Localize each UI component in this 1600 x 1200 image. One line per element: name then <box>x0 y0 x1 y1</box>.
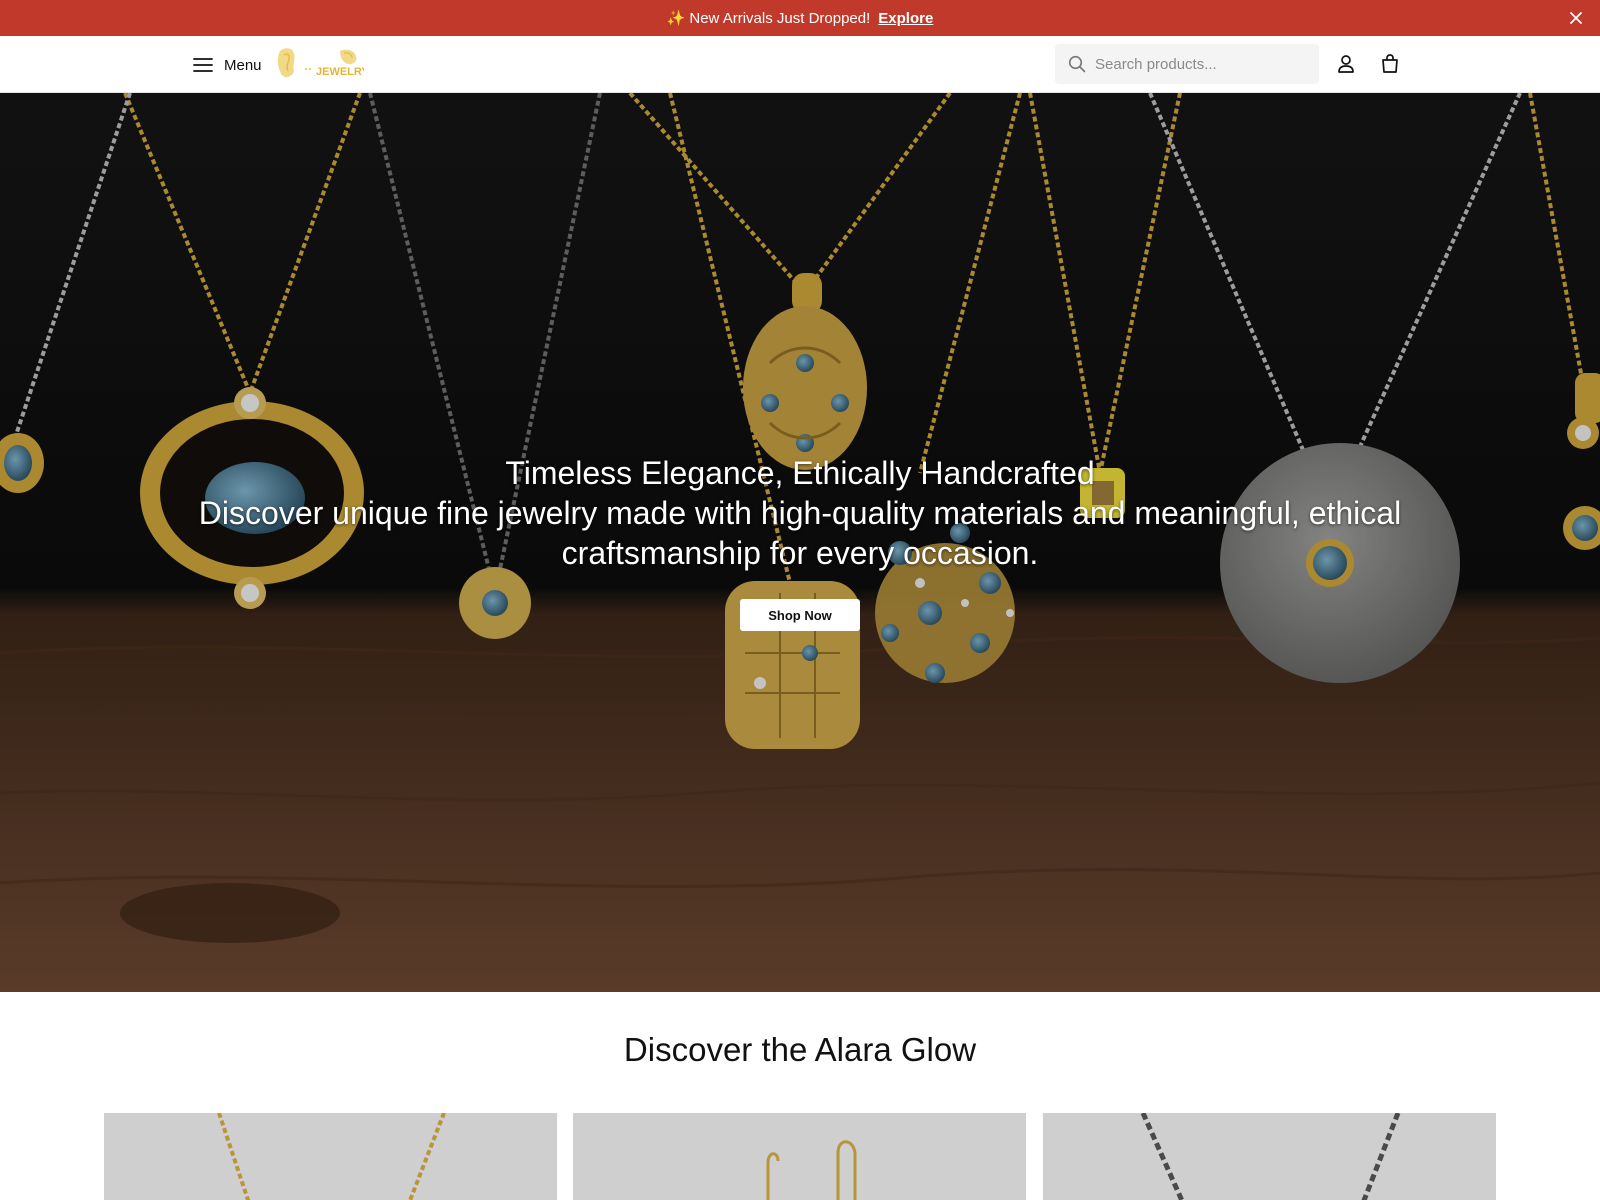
site-header: Menu JEWELRY <box>0 36 1600 93</box>
menu-button[interactable]: Menu <box>193 50 262 80</box>
earrings-image <box>573 1113 1026 1200</box>
sparkle-icon: ✨ <box>666 10 686 27</box>
hero-subtitle: Discover unique fine jewelry made with h… <box>198 495 1402 571</box>
search-box[interactable] <box>1055 44 1319 84</box>
account-icon[interactable] <box>1334 52 1358 76</box>
menu-label: Menu <box>224 56 262 74</box>
product-card[interactable] <box>1043 1113 1496 1200</box>
product-card[interactable] <box>573 1113 1026 1200</box>
section-title: Discover the Alara Glow <box>623 1031 977 1068</box>
product-grid <box>104 1113 1496 1200</box>
necklace-image <box>104 1113 557 1200</box>
announcement-bar: ✨ New Arrivals Just Dropped! Explore <box>0 0 1600 36</box>
logo[interactable]: JEWELRY <box>274 45 369 85</box>
hero-banner: Timeless Elegance, Ethically Handcrafted… <box>0 93 1600 992</box>
menu-icon <box>193 58 213 72</box>
bag-icon[interactable] <box>1378 52 1402 76</box>
product-card[interactable] <box>104 1113 557 1200</box>
announcement-message: New Arrivals Just Dropped! <box>689 9 871 27</box>
hero-title: Timeless Elegance, Ethically Handcrafted <box>505 455 1095 491</box>
search-input[interactable] <box>1095 55 1295 73</box>
shop-now-button[interactable]: Shop Now <box>740 599 860 631</box>
chain-necklace-image <box>1043 1113 1496 1200</box>
close-icon[interactable] <box>1566 8 1586 28</box>
search-icon <box>1068 55 1086 73</box>
explore-link[interactable]: Explore <box>878 10 933 27</box>
logo-text: JEWELRY <box>316 66 364 78</box>
hero-text: Timeless Elegance, Ethically Handcrafted… <box>0 453 1600 573</box>
